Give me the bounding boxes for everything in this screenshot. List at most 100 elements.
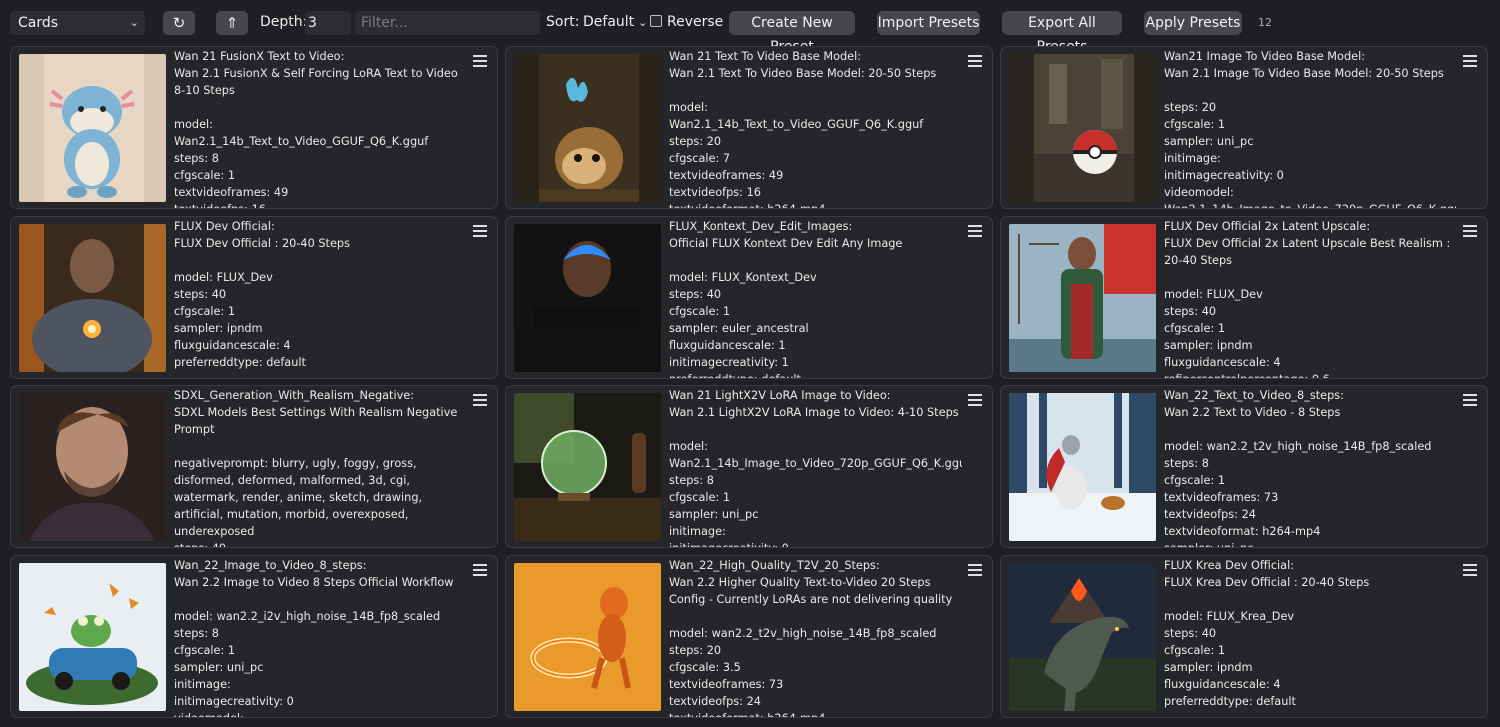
preset-card[interactable]: Wan_22_Text_to_Video_8_steps: Wan 2.2 Te… bbox=[1000, 385, 1488, 548]
preset-description: Official FLUX Kontext Dev Edit Any Image bbox=[669, 237, 903, 250]
preset-thumbnail-image bbox=[1009, 224, 1156, 372]
preset-title: FLUX Krea Dev Official: bbox=[1164, 559, 1295, 572]
preset-thumbnail-image bbox=[19, 54, 166, 202]
hamburger-menu-icon[interactable] bbox=[968, 55, 982, 68]
preset-thumbnail-image bbox=[19, 393, 166, 541]
toolbar: Cards ⌄ ↻ ⇑ Depth: 3 Filter... Sort: Def… bbox=[0, 0, 1500, 55]
preset-description: Wan 2.1 Text To Video Base Model: 20-50 … bbox=[669, 67, 937, 80]
preset-details: Wan21 Image To Video Base Model: Wan 2.1… bbox=[1164, 48, 1457, 208]
preset-params: model: FLUX_Kontext_Dev steps: 40 cfgsca… bbox=[669, 271, 817, 378]
preset-params: model: Wan2.1_14b_Text_to_Video_GGUF_Q6_… bbox=[174, 118, 429, 208]
preset-thumbnail-image bbox=[514, 54, 661, 202]
preset-description: FLUX Dev Official 2x Latent Upscale Best… bbox=[1164, 237, 1454, 267]
preset-thumbnail bbox=[19, 393, 166, 541]
sort-label: Sort: bbox=[546, 14, 580, 30]
preset-params: model: FLUX_Krea_Dev steps: 40 cfgscale:… bbox=[1164, 610, 1296, 708]
preset-thumbnail-image bbox=[19, 224, 166, 372]
depth-input[interactable]: 3 bbox=[305, 11, 351, 35]
preset-details: Wan_22_Text_to_Video_8_steps: Wan 2.2 Te… bbox=[1164, 387, 1457, 547]
preset-thumbnail-image bbox=[1009, 393, 1156, 541]
preset-title: FLUX Dev Official 2x Latent Upscale: bbox=[1164, 220, 1371, 233]
preset-card[interactable]: FLUX Dev Official: FLUX Dev Official : 2… bbox=[10, 216, 498, 379]
preset-card[interactable]: Wan 21 LightX2V LoRA Image to Video: Wan… bbox=[505, 385, 993, 548]
create-new-preset-button[interactable]: Create New Preset bbox=[729, 11, 855, 55]
preset-thumbnail bbox=[19, 224, 166, 372]
preset-title: FLUX_Kontext_Dev_Edit_Images: bbox=[669, 220, 853, 233]
preset-params: model: Wan2.1_14b_Text_to_Video_GGUF_Q6_… bbox=[669, 101, 924, 208]
preset-params: model: wan2.2_t2v_high_noise_14B_fp8_sca… bbox=[1164, 440, 1432, 547]
parent-folder-button[interactable]: ⇑ bbox=[216, 11, 248, 35]
preset-card[interactable]: Wan 21 FusionX Text to Video: Wan 2.1 Fu… bbox=[10, 46, 498, 209]
preset-thumbnail-image bbox=[1009, 54, 1156, 202]
preset-card[interactable]: Wan_22_Image_to_Video_8_steps: Wan 2.2 I… bbox=[10, 555, 498, 718]
preset-description: FLUX Krea Dev Official : 20-40 Steps bbox=[1164, 576, 1370, 589]
import-presets-label: Import Presets bbox=[877, 15, 980, 31]
preset-card[interactable]: FLUX Dev Official 2x Latent Upscale: FLU… bbox=[1000, 216, 1488, 379]
hamburger-menu-icon[interactable] bbox=[1463, 394, 1477, 407]
reverse-label: Reverse bbox=[667, 14, 724, 30]
hamburger-menu-icon[interactable] bbox=[968, 225, 982, 238]
preset-title: Wan 21 LightX2V LoRA Image to Video: bbox=[669, 389, 891, 402]
preset-thumbnail bbox=[514, 224, 661, 372]
hamburger-menu-icon[interactable] bbox=[473, 55, 487, 68]
preset-card[interactable]: Wan_22_High_Quality_T2V_20_Steps: Wan 2.… bbox=[505, 555, 993, 718]
hamburger-menu-icon[interactable] bbox=[968, 564, 982, 577]
preset-card[interactable]: Wan 21 Text To Video Base Model: Wan 2.1… bbox=[505, 46, 993, 209]
import-presets-button[interactable]: Import Presets bbox=[877, 11, 980, 35]
hamburger-menu-icon[interactable] bbox=[473, 225, 487, 238]
apply-presets-button[interactable]: Apply Presets bbox=[1144, 11, 1242, 35]
preset-description: SDXL Models Best Settings With Realism N… bbox=[174, 406, 461, 436]
preset-card[interactable]: FLUX Krea Dev Official: FLUX Krea Dev Of… bbox=[1000, 555, 1488, 718]
preset-card[interactable]: FLUX_Kontext_Dev_Edit_Images: Official F… bbox=[505, 216, 993, 379]
reverse-checkbox[interactable] bbox=[650, 15, 662, 27]
preset-title: FLUX Dev Official: bbox=[174, 220, 275, 233]
apply-presets-label: Apply Presets bbox=[1145, 15, 1241, 31]
preset-details: Wan 21 LightX2V LoRA Image to Video: Wan… bbox=[669, 387, 962, 547]
refresh-button[interactable]: ↻ bbox=[163, 11, 195, 35]
refresh-icon: ↻ bbox=[172, 14, 186, 32]
preset-card[interactable]: Wan21 Image To Video Base Model: Wan 2.1… bbox=[1000, 46, 1488, 209]
preset-thumbnail bbox=[1009, 224, 1156, 372]
preset-details: FLUX Dev Official 2x Latent Upscale: FLU… bbox=[1164, 218, 1457, 378]
preset-params: model: FLUX_Dev steps: 40 cfgscale: 1 sa… bbox=[1164, 288, 1330, 378]
preset-thumbnail bbox=[19, 54, 166, 202]
preset-thumbnail bbox=[514, 563, 661, 711]
chevron-down-icon: ⌄ bbox=[638, 16, 648, 29]
preset-params: steps: 20 cfgscale: 1 sampler: uni_pc in… bbox=[1164, 101, 1457, 208]
export-all-presets-button[interactable]: Export All Presets bbox=[1002, 11, 1122, 55]
preset-details: FLUX_Kontext_Dev_Edit_Images: Official F… bbox=[669, 218, 962, 378]
hamburger-menu-icon[interactable] bbox=[1463, 564, 1477, 577]
preset-description: Wan 2.2 Image to Video 8 Steps Official … bbox=[174, 576, 454, 589]
preset-details: FLUX Krea Dev Official: FLUX Krea Dev Of… bbox=[1164, 557, 1457, 717]
hamburger-menu-icon[interactable] bbox=[1463, 55, 1477, 68]
preset-params: model: wan2.2_t2v_high_noise_14B_fp8_sca… bbox=[669, 627, 937, 717]
preset-title: Wan_22_High_Quality_T2V_20_Steps: bbox=[669, 559, 880, 572]
preset-thumbnail-image bbox=[514, 393, 661, 541]
preset-thumbnail bbox=[1009, 393, 1156, 541]
preset-details: FLUX Dev Official: FLUX Dev Official : 2… bbox=[174, 218, 467, 378]
preset-thumbnail bbox=[514, 54, 661, 202]
sort-select[interactable]: Default ⌄ bbox=[583, 14, 647, 30]
preset-title: SDXL_Generation_With_Realism_Negative: bbox=[174, 389, 415, 402]
hamburger-menu-icon[interactable] bbox=[473, 394, 487, 407]
preset-title: Wan_22_Text_to_Video_8_steps: bbox=[1164, 389, 1344, 402]
filter-input[interactable]: Filter... bbox=[355, 11, 540, 35]
preset-title: Wan_22_Image_to_Video_8_steps: bbox=[174, 559, 367, 572]
preset-details: Wan 21 Text To Video Base Model: Wan 2.1… bbox=[669, 48, 962, 208]
preset-title: Wan 21 FusionX Text to Video: bbox=[174, 50, 345, 63]
up-arrow-icon: ⇑ bbox=[225, 14, 239, 32]
hamburger-menu-icon[interactable] bbox=[1463, 225, 1477, 238]
view-mode-select[interactable]: Cards ⌄ bbox=[10, 11, 145, 35]
preset-card[interactable]: SDXL_Generation_With_Realism_Negative: S… bbox=[10, 385, 498, 548]
hamburger-menu-icon[interactable] bbox=[968, 394, 982, 407]
preset-description: FLUX Dev Official : 20-40 Steps bbox=[174, 237, 350, 250]
preset-thumbnail-image bbox=[19, 563, 166, 711]
preset-title: Wan21 Image To Video Base Model: bbox=[1164, 50, 1366, 63]
preset-params: negativeprompt: blurry, ugly, foggy, gro… bbox=[174, 457, 423, 547]
preset-thumbnail bbox=[1009, 563, 1156, 711]
hamburger-menu-icon[interactable] bbox=[473, 564, 487, 577]
preset-count: 12 bbox=[1258, 16, 1272, 29]
preset-thumbnail-image bbox=[514, 563, 661, 711]
preset-title: Wan 21 Text To Video Base Model: bbox=[669, 50, 862, 63]
preset-details: Wan_22_Image_to_Video_8_steps: Wan 2.2 I… bbox=[174, 557, 467, 717]
